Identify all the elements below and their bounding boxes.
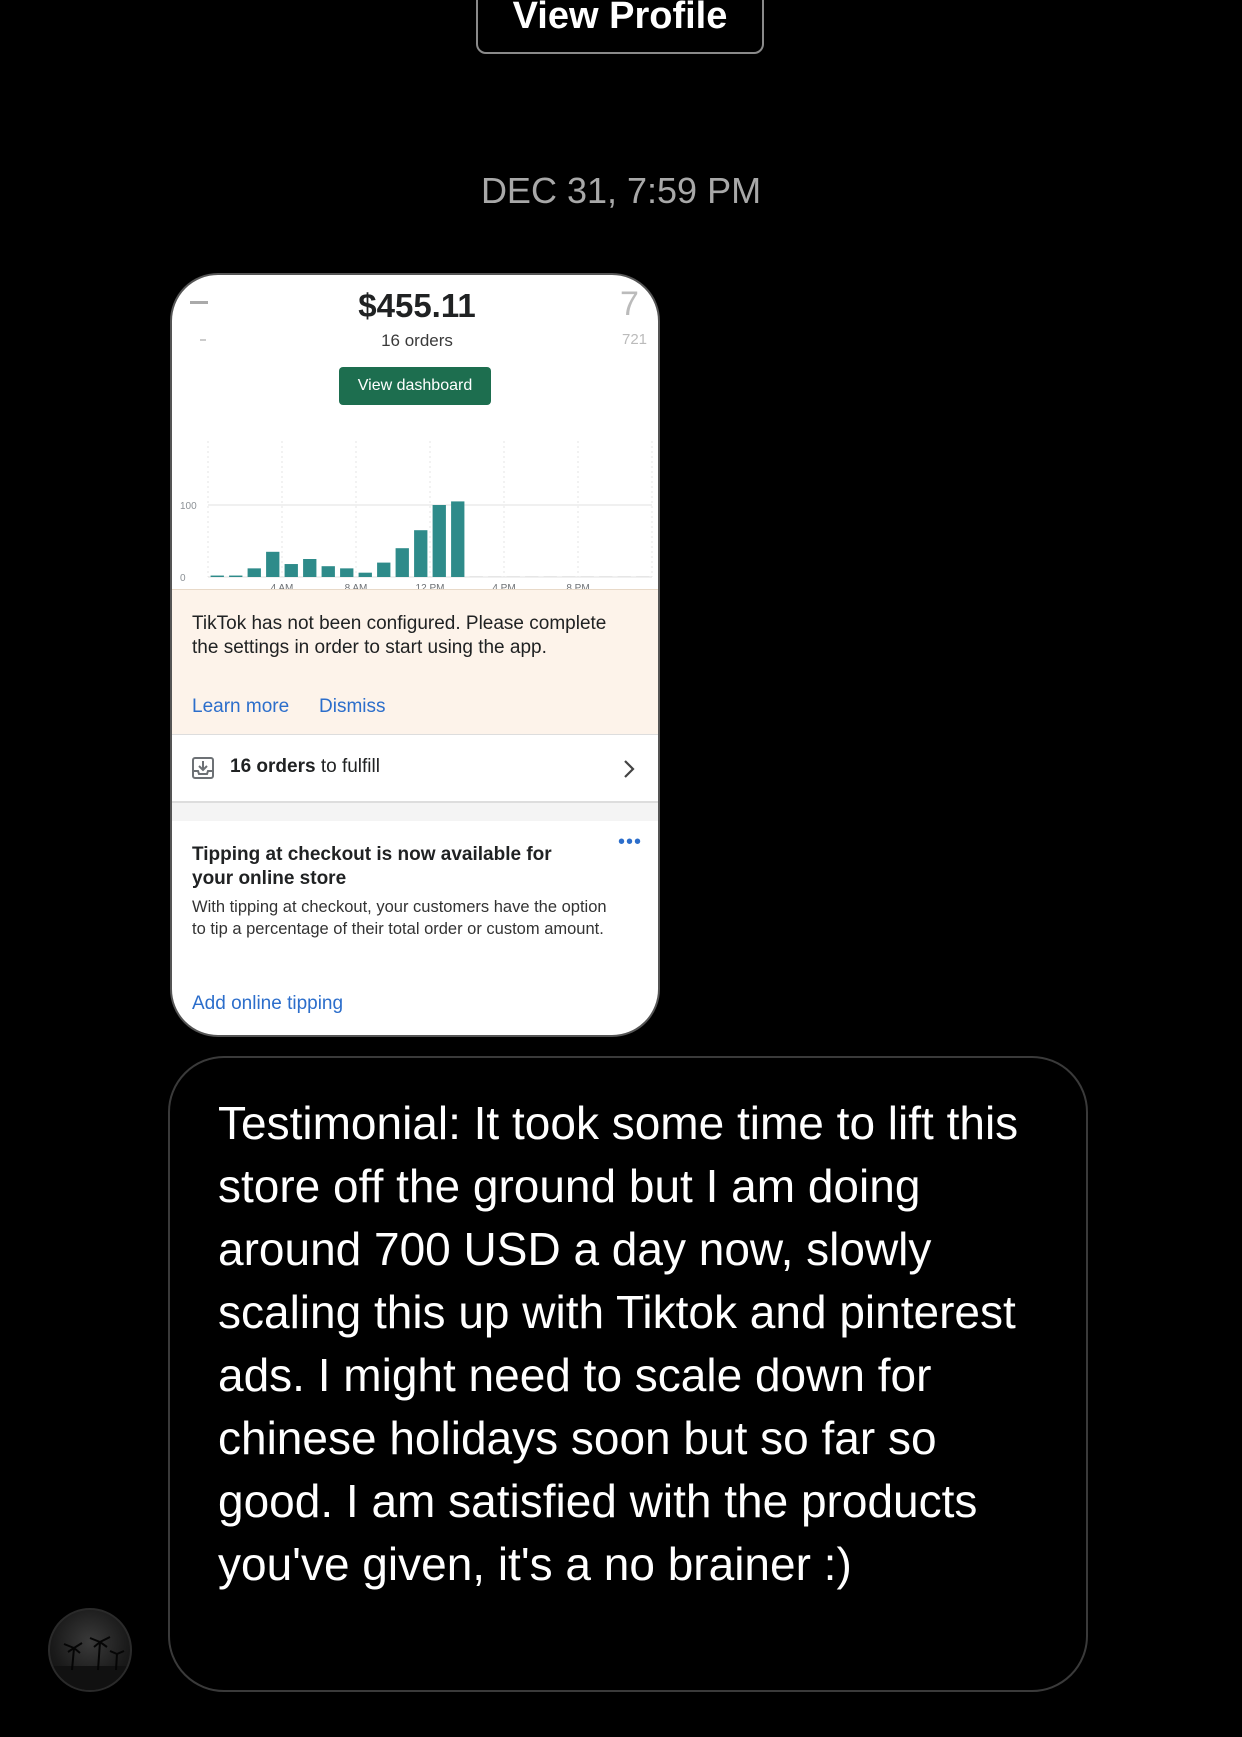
- add-online-tipping-link: Add online tipping: [192, 993, 344, 1014]
- chart-bar: [599, 576, 613, 577]
- message-bubble[interactable]: Testimonial: It took some time to lift t…: [168, 1056, 1088, 1692]
- inbox-download-icon: [192, 757, 214, 779]
- chart-bar: [284, 564, 298, 577]
- fulfill-rest: to fulfill: [315, 756, 380, 777]
- fulfill-text: 16 orders to fulfill: [230, 756, 380, 778]
- chart-bar: [210, 575, 224, 577]
- orders-to-fulfill-row: 16 orders to fulfill: [172, 735, 658, 803]
- chart-bar: [340, 568, 354, 577]
- hourly-sales-chart: 10004 AM 8 AM 12 PM 4 PM 8 PM: [180, 441, 653, 589]
- section-divider: [172, 803, 658, 821]
- learn-more-link: Learn more: [192, 696, 290, 717]
- tipping-body: With tipping at checkout, your customers…: [192, 898, 607, 938]
- peek-value: 7: [620, 285, 639, 323]
- view-dashboard-button: View dashboard: [339, 367, 491, 405]
- orders-count: 16 orders: [381, 331, 453, 350]
- chart-bar: [432, 505, 446, 577]
- chart-bar: [358, 572, 372, 577]
- chart-bar: [469, 576, 483, 577]
- dismiss-link: Dismiss: [319, 696, 386, 717]
- message-timestamp: DEC 31, 7:59 PM: [480, 170, 762, 211]
- chart-bar: [377, 562, 391, 577]
- chart-bar: [451, 501, 465, 577]
- chart-bar: [562, 576, 576, 577]
- peek-small-value: 721: [622, 331, 648, 348]
- chart-bar: [229, 575, 243, 577]
- palm-trees-icon: [50, 1636, 130, 1690]
- chart-bar: [506, 576, 520, 577]
- message-text: Testimonial: It took some time to lift t…: [218, 1097, 1019, 1590]
- chart-bar: [303, 559, 317, 577]
- chart-bar: [395, 548, 409, 577]
- fulfill-bold: 16 orders: [230, 756, 316, 777]
- chart-bar: [321, 566, 335, 577]
- sales-amount: $455.11: [358, 287, 476, 324]
- chart-bar: [488, 576, 502, 577]
- tiktok-config-banner: TikTok has not been configured. Please c…: [172, 589, 658, 736]
- chart-bar: [247, 568, 261, 577]
- chart-bar: [617, 576, 631, 577]
- chevron-right-icon: [624, 760, 635, 778]
- chart-bar: [266, 551, 280, 577]
- banner-message: TikTok has not been configured. Please c…: [192, 613, 607, 658]
- chart-bar: [525, 576, 539, 577]
- more-options-icon: •••: [618, 831, 643, 853]
- chart-bar: [580, 576, 594, 577]
- chart-y-tick-label: 100: [180, 501, 197, 512]
- chart-y-tick-label: 0: [180, 573, 186, 584]
- avatar[interactable]: [48, 1608, 132, 1692]
- chart-bar: [636, 576, 650, 577]
- chart-bar: [414, 530, 428, 577]
- tipping-title: Tipping at checkout is now available for…: [192, 844, 552, 889]
- view-profile-button[interactable]: View Profile: [476, 0, 764, 54]
- shared-screenshot[interactable]: $455.11 16 orders 7 721 View dashboard 1…: [170, 273, 660, 1037]
- chart-bar: [543, 576, 557, 577]
